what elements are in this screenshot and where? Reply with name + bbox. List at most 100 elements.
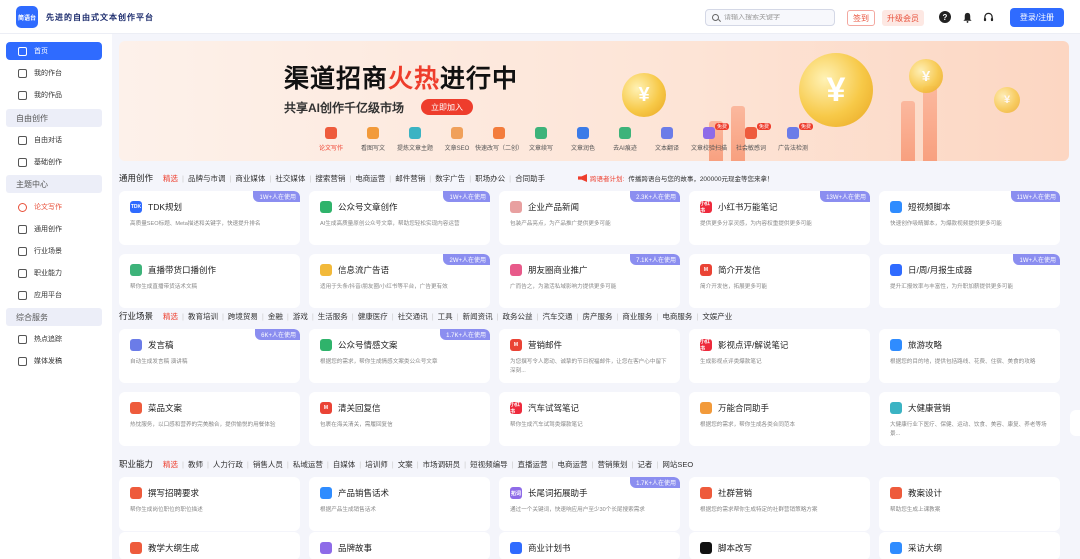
tool-card[interactable]: 教案设计 帮助您生成上课教案 xyxy=(879,477,1060,531)
banner-tool-item[interactable]: 社会敏感词 免费 xyxy=(729,123,773,152)
category-tab[interactable]: 职场办公 xyxy=(475,173,505,184)
category-tab[interactable]: 品牌与市调 xyxy=(188,173,226,184)
category-tab[interactable]: 商业媒体 xyxy=(235,173,265,184)
sidebar-item-essay[interactable]: 论文写作 xyxy=(6,198,102,216)
category-tab[interactable]: 短视频编导 xyxy=(470,459,508,470)
promo-banner[interactable]: ¥ ¥ ¥ ¥ 渠道招商火热进行中 共享AI创作千亿级市场 立即加入 论文写作 看… xyxy=(119,41,1069,161)
scroll-edge-tab[interactable] xyxy=(1070,410,1080,436)
headset-icon[interactable] xyxy=(982,11,994,23)
category-tab[interactable]: 市场调研员 xyxy=(423,459,461,470)
category-tab[interactable]: 社交媒体 xyxy=(275,173,305,184)
sidebar-item-skills[interactable]: 职业能力 xyxy=(6,264,102,282)
category-tab[interactable]: 精选 xyxy=(163,459,178,470)
sidebar-item-hot-track[interactable]: 热点追踪 xyxy=(6,330,102,348)
tool-card[interactable]: M 简介开发信 简介开发信，拓展更多可能 xyxy=(689,254,870,308)
category-tab[interactable]: 健康医疗 xyxy=(358,311,388,322)
category-tab[interactable]: 教育培训 xyxy=(188,311,218,322)
category-tab[interactable]: 社交通讯 xyxy=(398,311,428,322)
tool-card[interactable]: 万能合同助手 根据您的需求，帮你生成各类合同范本 xyxy=(689,392,870,446)
category-tab[interactable]: 商业服务 xyxy=(622,311,652,322)
tool-card[interactable]: 日/周/月报生成器 提升汇报效率与丰富性，为升职加薪提供更多可能 1W+人在使用 xyxy=(879,254,1060,308)
banner-tool-item[interactable]: 文章SEO xyxy=(435,127,479,152)
tool-card[interactable]: 小红书 影视点评/解说笔记 生成影视点评类爆款笔记 xyxy=(689,329,870,383)
tool-card[interactable]: 教学大纲生成 xyxy=(119,532,300,559)
signin-button[interactable]: 签到 xyxy=(847,10,875,26)
category-tab[interactable]: 网站SEO xyxy=(662,459,693,470)
category-tab[interactable]: 自媒体 xyxy=(333,459,356,470)
tool-card[interactable]: 公众号文章创作 AI生成高质量原创公众号文章，帮助您轻松实现内容运营 1W+人在使用 xyxy=(309,191,490,245)
upgrade-vip-button[interactable]: 升级会员 xyxy=(882,10,924,26)
banner-tool-item[interactable]: 论文写作 xyxy=(309,127,353,152)
category-tab[interactable]: 文案 xyxy=(398,459,413,470)
category-tab[interactable]: 邮件营销 xyxy=(395,173,425,184)
sidebar-item-my-workspace[interactable]: 我的作台 xyxy=(6,64,102,82)
sidebar-group-services[interactable]: 综合服务 xyxy=(6,308,102,326)
sidebar-group-free-create[interactable]: 自由创作 xyxy=(6,109,102,127)
tool-card[interactable]: M 营销邮件 为您撰写令人愿动、诚挚的节日祝福邮件，让您在客户心中留下深刻... xyxy=(499,329,680,383)
sidebar-item-general-create[interactable]: 通用创作 xyxy=(6,220,102,238)
banner-tool-item[interactable]: 去AI痕迹 xyxy=(603,127,647,152)
join-now-button[interactable]: 立即加入 xyxy=(421,99,473,115)
category-tab[interactable]: 游戏 xyxy=(293,311,308,322)
tool-card[interactable]: 发言稿 自动生成发言稿 演讲稿 6K+人在使用 xyxy=(119,329,300,383)
sidebar-item-my-works[interactable]: 我的作品 xyxy=(6,86,102,104)
tool-card[interactable]: TDK TDK规划 高质量SEO标题、Meta描述和关键字，快速提升排名 1W+人在使… xyxy=(119,191,300,245)
tool-card[interactable]: 品牌故事 xyxy=(309,532,490,559)
sidebar-item-home[interactable]: 首页 xyxy=(6,42,102,60)
banner-tool-item[interactable]: 文本翻译 xyxy=(645,127,689,152)
tool-card[interactable]: 撰写招聘要求 帮你生成岗位职位的职位描述 xyxy=(119,477,300,531)
search-box[interactable] xyxy=(705,9,835,26)
category-tab[interactable]: 政务公益 xyxy=(503,311,533,322)
category-tab[interactable]: 数字广告 xyxy=(435,173,465,184)
sidebar-item-platform[interactable]: 应用平台 xyxy=(6,286,102,304)
sidebar-item-free-chat[interactable]: 自由对话 xyxy=(6,131,102,149)
category-tab[interactable]: 工具 xyxy=(438,311,453,322)
tool-card[interactable]: 短视频脚本 快速创作吸睛脚本，为爆款视频提供更多可能 11W+人在使用 xyxy=(879,191,1060,245)
category-tab[interactable]: 金融 xyxy=(268,311,283,322)
help-icon[interactable]: ? xyxy=(939,11,951,23)
category-tab[interactable]: 文娱产业 xyxy=(702,311,732,322)
tool-card[interactable]: 商业计划书 xyxy=(499,532,680,559)
tool-card[interactable]: 采访大纲 xyxy=(879,532,1060,559)
category-tab[interactable]: 搜索营销 xyxy=(315,173,345,184)
category-tab[interactable]: 销售人员 xyxy=(253,459,283,470)
category-tab[interactable]: 合同助手 xyxy=(515,173,545,184)
tool-card[interactable]: 小红书 汽车试驾笔记 帮你生成汽车试驾类爆款笔记 xyxy=(499,392,680,446)
category-tab[interactable]: 教师 xyxy=(188,459,203,470)
sidebar-item-industry[interactable]: 行业场景 xyxy=(6,242,102,260)
tool-card[interactable]: 旅游攻略 根据您的目的地，提供包括路线、花费、住宿、美食的攻略 xyxy=(879,329,1060,383)
category-tab[interactable]: 电商运营 xyxy=(558,459,588,470)
tool-card[interactable]: 公众号情感文案 根据您的需求，帮你生成情感文案类公众号文章 1.7K+人在使用 xyxy=(309,329,490,383)
banner-tool-item[interactable]: 广告法检测 免费 xyxy=(771,123,815,152)
tool-card[interactable]: 直播带货口播创作 帮你生成直播带货话术文稿 xyxy=(119,254,300,308)
category-tab[interactable]: 新闻资讯 xyxy=(463,311,493,322)
sidebar-item-media[interactable]: 媒体发稿 xyxy=(6,352,102,370)
banner-tool-item[interactable]: 文章润色 xyxy=(561,127,605,152)
category-tab[interactable]: 电商服务 xyxy=(662,311,692,322)
category-tab[interactable]: 记者 xyxy=(637,459,652,470)
banner-tool-item[interactable]: 文章校验扫描 免费 xyxy=(687,123,731,152)
tool-card[interactable]: 大健康营销 大健康行业下医疗、保健、运动、饮食、美容、康复、养老等场景... xyxy=(879,392,1060,446)
bell-icon[interactable] xyxy=(961,11,973,23)
tool-card[interactable]: 朋友圈商业推广 广而告之，为激活私域影响力提供更多可能 7.1K+人在使用 xyxy=(499,254,680,308)
tool-card[interactable]: M 清关回复信 包裹在海关清关，需履回复信 xyxy=(309,392,490,446)
app-logo[interactable]: 简语台 xyxy=(16,6,38,28)
banner-tool-item[interactable]: 文章续写 xyxy=(519,127,563,152)
sidebar-item-basic-create[interactable]: 基础创作 xyxy=(6,153,102,171)
tool-card[interactable]: 产品销售话术 根据产品生成销售话术 xyxy=(309,477,490,531)
sidebar-group-topic-center[interactable]: 主题中心 xyxy=(6,175,102,193)
promo-notice[interactable]: 跨语者计划: 传播跨语台与您的故事，200000元现金等您来拿！ xyxy=(578,173,774,183)
category-tab[interactable]: 生活服务 xyxy=(318,311,348,322)
category-tab[interactable]: 人力行政 xyxy=(213,459,243,470)
tool-card[interactable]: 企业产品新闻 包装产品亮点，为产品推广提供更多可能 2.3K+人在使用 xyxy=(499,191,680,245)
category-tab[interactable]: 精选 xyxy=(163,311,178,322)
category-tab[interactable]: 电商运营 xyxy=(355,173,385,184)
category-tab[interactable]: 房产服务 xyxy=(582,311,612,322)
banner-tool-item[interactable]: 看图写文 xyxy=(351,127,395,152)
category-tab[interactable]: 直播运营 xyxy=(518,459,548,470)
login-register-button[interactable]: 登录/注册 xyxy=(1010,8,1064,27)
tool-card[interactable]: 脚本改写 xyxy=(689,532,870,559)
banner-tool-item[interactable]: 提炼文章主题 xyxy=(393,127,437,152)
category-tab[interactable]: 汽车交通 xyxy=(543,311,573,322)
category-tab[interactable]: 培训师 xyxy=(365,459,388,470)
